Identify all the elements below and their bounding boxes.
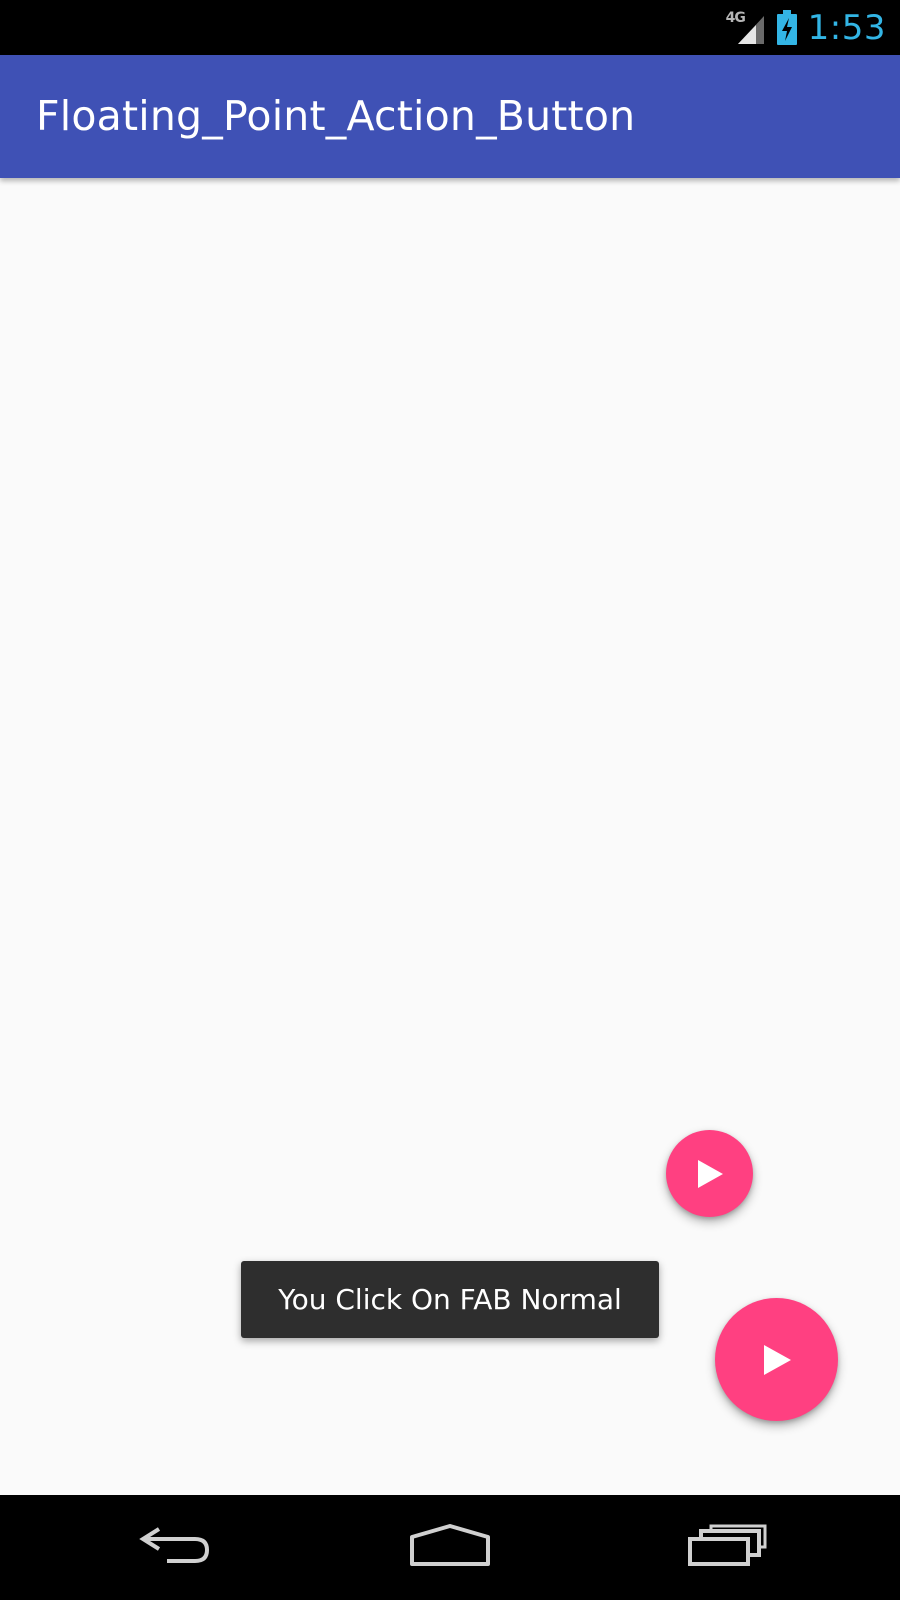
signal-icon: 4G <box>726 10 766 46</box>
back-button[interactable] <box>100 1495 250 1600</box>
play-icon <box>762 1344 792 1376</box>
fab-mini-button[interactable] <box>666 1130 753 1217</box>
play-icon <box>696 1159 724 1189</box>
phone-screen: 4G 1:53 Floating_Point_Action_Button You… <box>0 0 900 1600</box>
app-title: Floating_Point_Action_Button <box>36 92 636 140</box>
home-icon <box>408 1523 492 1572</box>
status-bar: 4G 1:53 <box>0 0 900 55</box>
recents-icon <box>687 1523 767 1572</box>
status-icons: 4G 1:53 <box>726 0 886 55</box>
status-clock: 1:53 <box>807 7 886 48</box>
home-button[interactable] <box>375 1495 525 1600</box>
toast-text: You Click On FAB Normal <box>278 1283 622 1316</box>
battery-charging-icon <box>776 9 798 46</box>
navigation-bar <box>0 1495 900 1600</box>
toast-message: You Click On FAB Normal <box>241 1261 659 1338</box>
back-icon <box>137 1523 213 1572</box>
fab-normal-button[interactable] <box>715 1298 838 1421</box>
app-bar: Floating_Point_Action_Button <box>0 55 900 178</box>
recents-button[interactable] <box>652 1495 802 1600</box>
main-content: You Click On FAB Normal <box>0 178 900 1495</box>
